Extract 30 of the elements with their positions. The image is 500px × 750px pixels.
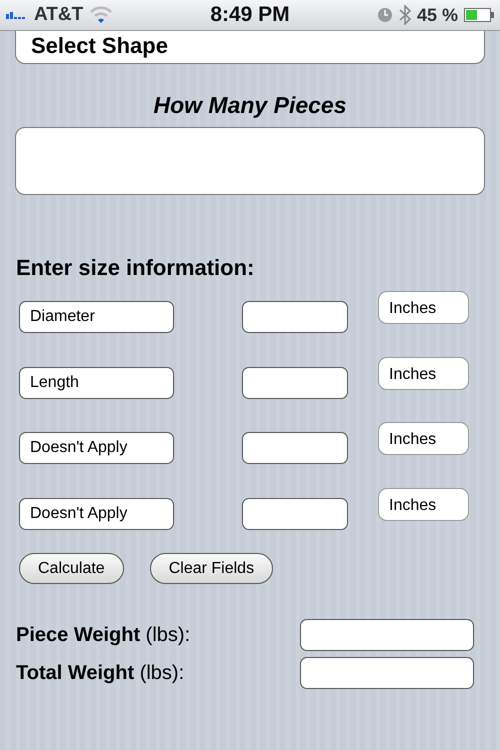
shape-select[interactable]: Select Shape xyxy=(15,31,485,64)
unit-select[interactable]: Inches xyxy=(378,291,469,324)
unit-select[interactable]: Inches xyxy=(378,488,469,520)
weight-output-field[interactable] xyxy=(300,657,474,689)
weight-label: Piece Weight (lbs): xyxy=(16,624,190,646)
dimension-select[interactable]: Doesn't Apply xyxy=(19,432,174,464)
pieces-field[interactable] xyxy=(15,127,485,195)
clock-time: 8:49 PM xyxy=(210,3,290,27)
carrier-name: AT&T xyxy=(34,4,84,26)
signal-icon xyxy=(6,10,28,20)
clear-fields-button[interactable]: Clear Fields xyxy=(150,553,274,584)
unit-select[interactable]: Inches xyxy=(378,422,469,455)
dimension-select[interactable]: Diameter xyxy=(19,301,174,333)
bluetooth-icon xyxy=(398,5,411,25)
clock-icon xyxy=(376,7,393,23)
wifi-icon xyxy=(89,6,114,24)
battery-icon xyxy=(464,8,494,22)
weight-output-field[interactable] xyxy=(300,619,474,651)
weight-label: Total Weight (lbs): xyxy=(16,662,184,684)
dimension-select[interactable]: Length xyxy=(19,366,174,398)
size-heading: Enter size information: xyxy=(16,255,256,281)
size-input-field[interactable] xyxy=(242,432,348,464)
size-input-field[interactable] xyxy=(242,498,348,530)
calculate-button[interactable]: Calculate xyxy=(19,553,124,584)
unit-select[interactable]: Inches xyxy=(378,356,469,390)
battery-percent: 45 % xyxy=(416,4,458,26)
size-input-field[interactable] xyxy=(242,301,348,333)
pieces-label: How Many Pieces xyxy=(152,92,348,119)
size-input-field[interactable] xyxy=(242,366,348,398)
dimension-select[interactable]: Doesn't Apply xyxy=(19,498,174,530)
